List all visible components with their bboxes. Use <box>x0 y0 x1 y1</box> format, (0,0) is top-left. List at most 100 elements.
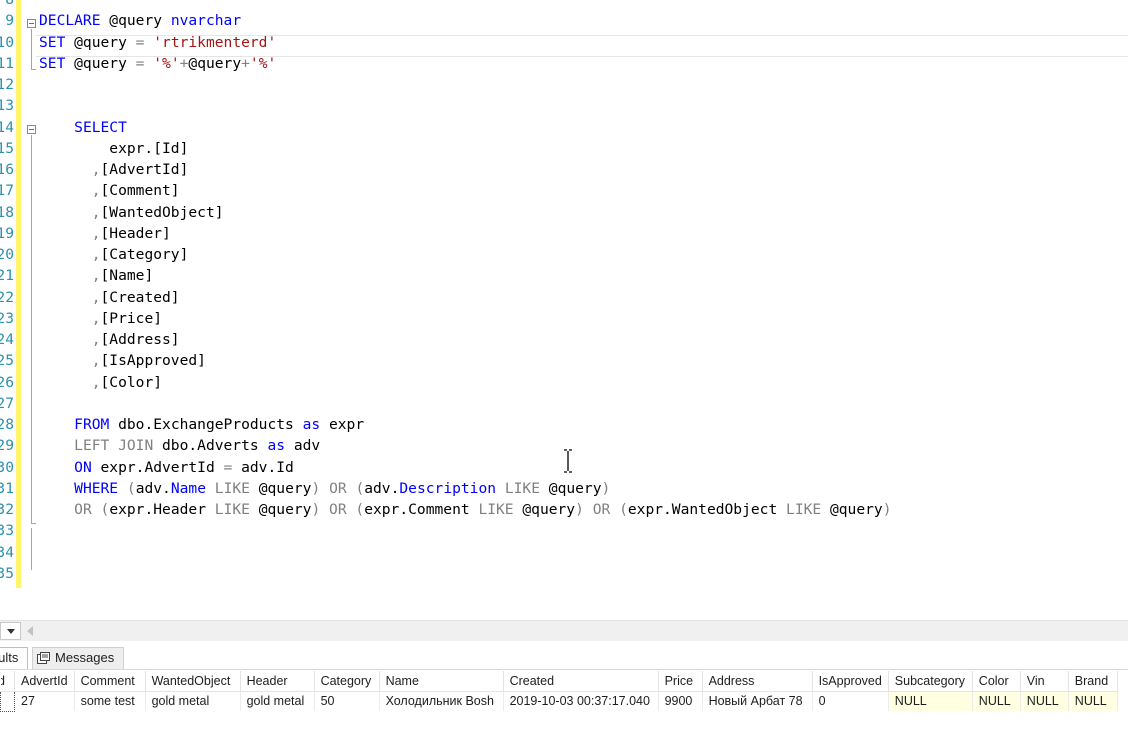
code-line[interactable]: 25 ,[IsApproved] <box>0 350 1128 371</box>
code-line[interactable]: 27 <box>0 393 1128 414</box>
tab-results[interactable]: Results <box>0 647 28 669</box>
code-text: ,[WantedObject] <box>91 203 224 221</box>
line-number: 25 <box>0 352 14 370</box>
line-number: 21 <box>0 267 14 285</box>
column-header-color[interactable]: Color <box>972 671 1021 692</box>
grid-cell-header[interactable]: gold metal <box>240 691 315 711</box>
code-text: ,[AdvertId] <box>91 161 189 178</box>
code-line[interactable]: 26 ,[Color] <box>0 372 1128 393</box>
current-line-highlight <box>36 35 1128 57</box>
code-line[interactable]: 15 expr.[Id] <box>0 138 1128 159</box>
table-row[interactable]: 127some testgold metalgold metal50Холоди… <box>0 690 1118 712</box>
code-line[interactable]: 21 ,[Name] <box>0 265 1128 286</box>
code-line[interactable]: 19 ,[Header] <box>0 223 1128 244</box>
code-text: SELECT <box>74 118 127 136</box>
grid-cell-vin[interactable]: NULL <box>1020 691 1069 711</box>
line-number: 30 <box>0 458 14 476</box>
column-header-subcategory[interactable]: Subcategory <box>888 671 973 692</box>
column-header-id[interactable]: Id <box>0 671 15 692</box>
column-header-address[interactable]: Address <box>702 671 813 692</box>
code-line[interactable]: 31 WHERE (adv.Name LIKE @query) OR (adv.… <box>0 478 1128 499</box>
line-number: 12 <box>0 76 14 93</box>
column-header-vin[interactable]: Vin <box>1020 671 1069 692</box>
grid-cell-id[interactable]: 1 <box>0 690 15 712</box>
code-line[interactable]: 35 <box>0 563 1128 584</box>
grid-cell-comment[interactable]: some test <box>74 691 146 711</box>
code-text: ,[Header] <box>91 224 171 242</box>
scroll-left-arrow-icon[interactable] <box>27 626 33 636</box>
grid-cell-wantedobject[interactable]: gold metal <box>145 691 241 711</box>
code-line[interactable]: 14 SELECT <box>0 117 1128 138</box>
column-header-header[interactable]: Header <box>240 671 315 692</box>
line-number: 27 <box>0 394 14 412</box>
grid-cell-name[interactable]: Холодильник Bosh <box>379 691 504 711</box>
grid-cell-advertid[interactable]: 27 <box>14 691 75 711</box>
line-number: 35 <box>0 564 14 582</box>
line-number: 14 <box>0 118 14 136</box>
column-header-comment[interactable]: Comment <box>74 671 146 692</box>
code-line[interactable]: 12 <box>0 74 1128 95</box>
column-header-name[interactable]: Name <box>379 671 504 692</box>
code-text: ,[Created] <box>91 288 180 306</box>
column-header-created[interactable]: Created <box>503 671 659 692</box>
code-line[interactable]: 23 ,[Price] <box>0 308 1128 329</box>
grid-cell-subcategory[interactable]: NULL <box>888 691 973 711</box>
line-number: 23 <box>0 309 14 327</box>
code-line[interactable]: 16 ,[AdvertId] <box>0 159 1128 180</box>
tab-messages[interactable]: Messages <box>32 647 124 669</box>
chevron-down-icon <box>6 628 15 634</box>
grid-cell-color[interactable]: NULL <box>972 691 1021 711</box>
code-line[interactable]: 34 <box>0 542 1128 563</box>
code-line[interactable]: 32 OR (expr.Header LIKE @query) OR (expr… <box>0 499 1128 520</box>
tab-results-label: Results <box>0 650 19 665</box>
column-header-category[interactable]: Category <box>314 671 380 692</box>
code-text: DECLARE @query nvarchar <box>39 12 242 30</box>
line-number: 20 <box>0 246 14 263</box>
line-number: 34 <box>0 543 14 561</box>
collapse-toggle-icon[interactable] <box>27 19 36 28</box>
code-text: ,[IsApproved] <box>91 352 206 370</box>
code-line[interactable]: 18 ,[WantedObject] <box>0 202 1128 223</box>
code-line[interactable]: 28 FROM dbo.ExchangeProducts as expr <box>0 414 1128 435</box>
line-number: 29 <box>0 437 14 455</box>
code-line[interactable]: 20 ,[Category] <box>0 244 1128 265</box>
line-number: 26 <box>0 373 14 391</box>
grid-cell-created[interactable]: 2019-10-03 00:37:17.040 <box>503 691 659 711</box>
code-text: expr.[Id] <box>39 139 189 157</box>
column-header-isapproved[interactable]: IsApproved <box>812 671 889 692</box>
column-header-advertid[interactable]: AdvertId <box>14 671 75 692</box>
collapse-toggle-icon[interactable] <box>27 125 36 134</box>
grid-cell-brand[interactable]: NULL <box>1068 691 1118 711</box>
line-number: 16 <box>0 161 14 178</box>
code-line[interactable]: 17 ,[Comment] <box>0 180 1128 201</box>
result-tabs: Results Messages <box>0 641 1128 670</box>
results-grid[interactable]: IdAdvertIdCommentWantedObjectHeaderCateg… <box>0 670 1128 733</box>
line-number: 11 <box>0 54 14 72</box>
outline-end <box>31 523 36 524</box>
column-header-price[interactable]: Price <box>658 671 703 692</box>
code-line[interactable]: 24 ,[Address] <box>0 329 1128 350</box>
column-header-wantedobject[interactable]: WantedObject <box>145 671 241 692</box>
grid-cell-category[interactable]: 50 <box>314 691 380 711</box>
code-line[interactable]: 22 ,[Created] <box>0 287 1128 308</box>
code-line[interactable]: 13 <box>0 95 1128 116</box>
horizontal-scrollbar[interactable] <box>0 620 1128 641</box>
code-line[interactable]: 33 <box>0 520 1128 541</box>
grid-cell-address[interactable]: Новый Арбат 78 <box>702 691 813 711</box>
line-number: 19 <box>0 224 14 242</box>
code-text: ,[Category] <box>91 246 189 263</box>
sql-editor[interactable]: 89DECLARE @query nvarchar10SET @query = … <box>0 0 1128 590</box>
code-line[interactable]: 9 DECLARE @query nvarchar <box>0 10 1128 31</box>
zoom-dropdown[interactable] <box>0 622 21 640</box>
line-number: 24 <box>0 331 14 348</box>
change-tracking-bar <box>16 0 21 588</box>
grid-cell-isapproved[interactable]: 0 <box>812 691 889 711</box>
outline-end <box>31 69 36 70</box>
line-number: 8 <box>0 0 14 10</box>
column-header-brand[interactable]: Brand <box>1068 671 1118 692</box>
outline-line <box>31 528 32 570</box>
code-line[interactable]: 8 <box>0 0 1128 10</box>
grid-cell-price[interactable]: 9900 <box>658 691 703 711</box>
outline-line <box>31 29 32 69</box>
code-text: ,[Address] <box>91 331 180 348</box>
